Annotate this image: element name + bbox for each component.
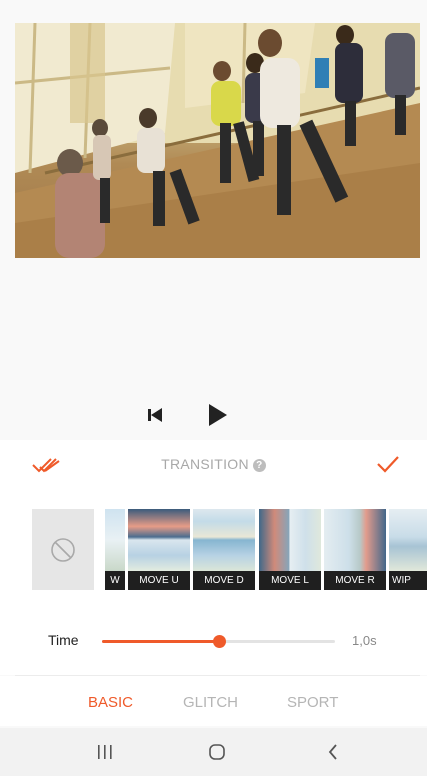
- system-nav-bar: [0, 728, 427, 776]
- preview-area: [0, 0, 427, 440]
- playback-controls: [0, 400, 427, 430]
- no-transition-tile[interactable]: [32, 509, 94, 590]
- tab-glitch[interactable]: GLITCH: [183, 694, 238, 711]
- help-circle-icon[interactable]: ?: [252, 459, 266, 472]
- transition-header: TRANSITION?: [0, 440, 427, 490]
- check-icon[interactable]: [375, 452, 401, 476]
- time-slider-thumb[interactable]: [212, 635, 226, 648]
- skip-previous-icon[interactable]: [140, 400, 170, 430]
- no-transition-icon: [51, 537, 75, 562]
- tab-sport[interactable]: SPORT: [287, 694, 338, 711]
- transition-tile[interactable]: MOVE R: [324, 509, 386, 590]
- transition-tile[interactable]: WIP: [389, 509, 427, 590]
- transition-tiles: W MOVE U MOVE D MOVE L MOVE R WIP: [105, 509, 427, 590]
- time-slider[interactable]: [102, 635, 335, 648]
- tab-basic[interactable]: BASIC: [88, 694, 133, 711]
- category-tabs: BASIC GLITCH SPORT: [0, 676, 427, 726]
- time-value: 1,0s: [352, 633, 377, 648]
- transition-title-text: TRANSITION: [161, 456, 249, 472]
- video-preview[interactable]: [15, 23, 420, 258]
- video-frame-image: [15, 23, 420, 258]
- time-slider-fill: [102, 640, 219, 643]
- play-icon[interactable]: [202, 400, 232, 430]
- time-label: Time: [48, 632, 79, 648]
- recent-apps-icon[interactable]: [90, 740, 120, 764]
- home-icon[interactable]: [202, 740, 232, 764]
- time-row: Time 1,0s: [0, 610, 427, 675]
- transition-tile[interactable]: MOVE L: [259, 509, 321, 590]
- transition-title: TRANSITION?: [0, 456, 427, 472]
- transition-tile[interactable]: W: [105, 509, 125, 590]
- transition-tile[interactable]: MOVE U: [128, 509, 190, 590]
- back-icon[interactable]: [318, 740, 348, 764]
- transition-strip: W MOVE U MOVE D MOVE L MOVE R WIP: [0, 490, 427, 610]
- transition-tile[interactable]: MOVE D: [193, 509, 255, 590]
